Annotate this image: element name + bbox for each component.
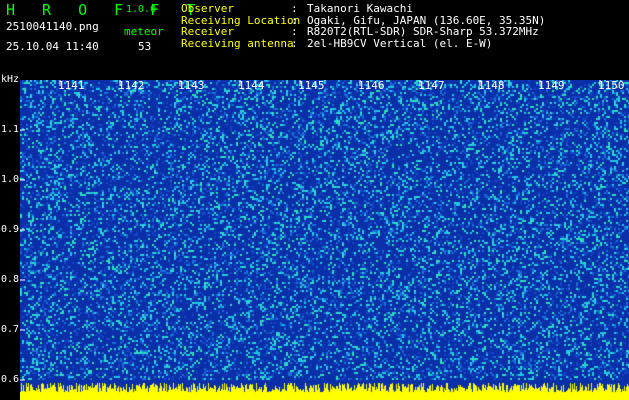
- meteor-count: 53: [138, 40, 152, 53]
- info-key: Observer: [181, 2, 234, 15]
- y-tick-label: 0.6: [1, 374, 20, 385]
- info-separator: :: [291, 25, 298, 38]
- y-tick-label: 0.8: [1, 274, 20, 285]
- app-version: 1.0.0: [126, 4, 157, 15]
- x-tick-label: 1149: [538, 79, 565, 92]
- x-tick-label: 1150: [598, 79, 625, 92]
- x-tick-label: 1147: [418, 79, 445, 92]
- y-axis-unit: kHz: [1, 74, 20, 85]
- info-separator: :: [291, 36, 298, 50]
- info-key: Receiving antenna: [181, 36, 294, 50]
- app-title: H R O F F T: [6, 1, 205, 19]
- x-tick-label: 1142: [118, 79, 145, 92]
- meteor-label: meteor: [124, 25, 164, 38]
- info-separator: :: [291, 2, 298, 15]
- y-tick-label: 0.7: [1, 324, 20, 335]
- y-tick-label: 0.9: [1, 224, 20, 235]
- filename: 2510041140.png: [6, 20, 99, 33]
- x-tick-label: 1148: [478, 79, 505, 92]
- x-tick-label: 1143: [178, 79, 205, 92]
- x-tick-label: 1144: [238, 79, 265, 92]
- datetime: 25.10.04 11:40: [6, 40, 99, 53]
- info-value: 2el-HB9CV Vertical (el. E-W): [307, 36, 493, 50]
- x-tick-label: 1146: [358, 79, 385, 92]
- y-tick-label: 1.1: [1, 124, 20, 135]
- gridlines: [20, 80, 601, 381]
- station-info: Observer: Takanori Kawachi Receiving Loca…: [181, 3, 545, 49]
- y-tick-label: 1.0: [1, 174, 20, 185]
- info-row-antenna: Receiving antenna: 2el-HB9CV Vertical (el…: [181, 36, 545, 50]
- x-tick-label: 1141: [58, 79, 85, 92]
- header: H R O F F T 1.0.0 2510041140.png 25.10.0…: [0, 0, 629, 74]
- spectrogram-overlay: [20, 80, 601, 381]
- info-key: Receiver: [181, 25, 234, 38]
- x-tick-label: 1145: [298, 79, 325, 92]
